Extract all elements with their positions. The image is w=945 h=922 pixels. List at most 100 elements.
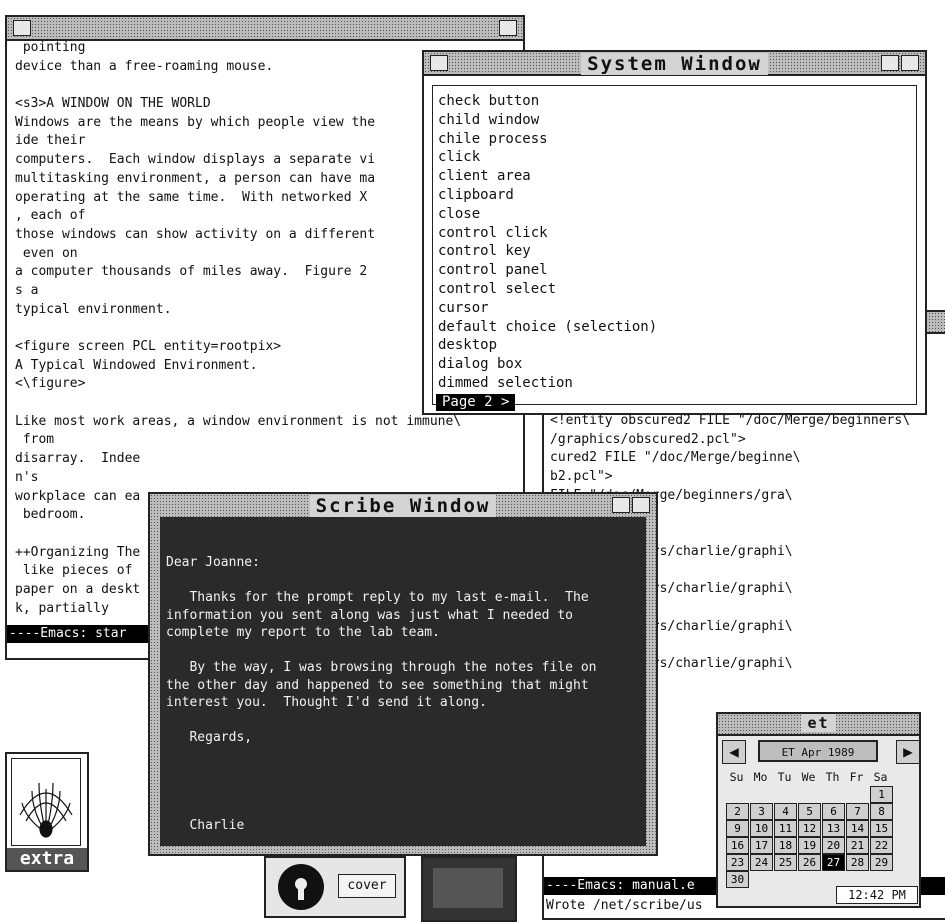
emacs-left-line: from <box>15 432 55 448</box>
system-list-item[interactable]: control panel <box>435 261 657 280</box>
calendar-day[interactable]: 8 <box>870 803 893 820</box>
calendar-day[interactable]: 20 <box>822 837 845 854</box>
clock-display: 12:42 PM <box>836 886 918 904</box>
system-window-title: System Window <box>581 53 768 75</box>
scribe-text-line: complete my report to the lab team. <box>166 625 440 640</box>
system-list-item[interactable]: default choice (selection) <box>435 318 657 337</box>
system-list-item[interactable]: child window <box>435 111 657 130</box>
calendar-day[interactable]: 25 <box>774 854 797 871</box>
calendar-day[interactable]: 23 <box>726 854 749 871</box>
emacs-left-line: Like most work areas, a window environme… <box>15 413 462 429</box>
iconify-button[interactable] <box>499 20 517 36</box>
scribe-text-area[interactable]: Dear Joanne: Thanks for the prompt reply… <box>160 517 646 887</box>
system-list-item[interactable]: control click <box>435 224 657 243</box>
calendar-day[interactable]: 9 <box>726 820 749 837</box>
window-menu-button[interactable] <box>13 20 31 36</box>
prev-month-button[interactable]: ◀ <box>722 740 746 764</box>
system-list-item[interactable]: dialog box <box>435 355 657 374</box>
scribe-window[interactable]: Scribe Window Dear Joanne: Thanks for th… <box>148 492 658 887</box>
calendar-day[interactable]: 3 <box>750 803 773 820</box>
scribe-window-title-bar[interactable]: Scribe Window <box>150 494 656 517</box>
scribe-text-line: Regards, <box>166 730 253 745</box>
extra-icon-label: extra <box>7 848 87 870</box>
scribe-text-line: Charlie <box>166 817 245 833</box>
scribe-text-line <box>166 782 640 800</box>
calendar-day[interactable]: 16 <box>726 837 749 854</box>
iconify-button[interactable] <box>881 55 899 71</box>
system-list-item[interactable]: control key <box>435 242 657 261</box>
emacs-right-line: cured2 FILE "/doc/Merge/beginne\ <box>550 450 801 466</box>
emacs-left-line: n's <box>15 469 39 485</box>
scribe-text-line: the other day and happened to see someth… <box>166 677 589 693</box>
system-list-item[interactable]: click <box>435 148 657 167</box>
scribe-text-line <box>166 642 640 660</box>
emacs-right-line: b2.pcl"> <box>550 469 613 485</box>
calendar-day[interactable]: 13 <box>822 820 845 837</box>
calendar-day[interactable]: 2 <box>726 803 749 820</box>
scribe-text-line: By the way, I was browsing through the n… <box>166 660 597 675</box>
system-window-title-bar[interactable]: System Window <box>424 52 925 76</box>
calendar-day[interactable]: 12 <box>798 820 821 837</box>
calendar-day[interactable]: 21 <box>846 837 869 854</box>
weekday-header: Fr <box>849 770 864 784</box>
system-list-item[interactable]: clipboard <box>435 186 657 205</box>
calendar-day[interactable]: 1 <box>870 786 893 803</box>
iconify-button[interactable] <box>612 497 630 513</box>
scribe-text-line <box>166 799 640 817</box>
calendar-day[interactable]: 4 <box>774 803 797 820</box>
maximize-button[interactable] <box>901 55 919 71</box>
calendar-day[interactable]: 6 <box>822 803 845 820</box>
weekday-header: Mo <box>753 770 768 784</box>
calendar-day[interactable]: 5 <box>798 803 821 820</box>
calendar-day[interactable]: 7 <box>846 803 869 820</box>
weekday-header: Th <box>825 770 840 784</box>
system-list-item[interactable]: desktop <box>435 336 657 355</box>
system-list-item[interactable]: client area <box>435 167 657 186</box>
scribe-text-line <box>166 747 640 765</box>
peacock-icon <box>19 782 73 838</box>
calendar-day[interactable]: 26 <box>798 854 821 871</box>
calendar-day[interactable]: 14 <box>846 820 869 837</box>
page-next-button[interactable]: Page 2 > <box>436 394 516 411</box>
calendar-day[interactable]: 30 <box>726 871 749 888</box>
scribe-text-line <box>166 712 640 730</box>
system-list-item[interactable]: check button <box>435 92 657 111</box>
month-label: ET Apr 1989 <box>758 740 878 762</box>
system-list-item[interactable]: cursor <box>435 299 657 318</box>
weekday-header: Tu <box>777 770 792 784</box>
calendar-window[interactable]: et ◀ ET Apr 1989 ▶ Su Mo Tu We Th Fr Sa 1 2 3 4 5 6 7… <box>716 712 921 908</box>
dark-thumbnail-icon[interactable] <box>421 856 517 922</box>
calendar-day[interactable]: 29 <box>870 854 893 871</box>
system-list-item[interactable]: control select <box>435 280 657 299</box>
calendar-day[interactable]: 24 <box>750 854 773 871</box>
calendar-day[interactable]: 15 <box>870 820 893 837</box>
system-window[interactable]: System Window check button child window ch… <box>422 50 927 415</box>
calendar-day[interactable]: 19 <box>798 837 821 854</box>
maximize-button[interactable] <box>632 497 650 513</box>
calendar-day[interactable]: 11 <box>774 820 797 837</box>
scribe-window-title: Scribe Window <box>309 495 497 517</box>
weekday-header: Su <box>729 770 744 784</box>
calendar-title-bar[interactable]: et <box>718 714 919 736</box>
calendar-day[interactable]: 27 <box>822 854 845 871</box>
cover-icon-label: cover <box>338 874 396 898</box>
scribe-text-line: Thanks for the prompt reply to my last e… <box>166 590 589 605</box>
system-list-item[interactable]: dimmed selection <box>435 374 657 393</box>
system-list-item[interactable]: chile process <box>435 130 657 149</box>
scribe-text-line: Dear Joanne: <box>166 555 260 570</box>
emacs-left-title-bar[interactable] <box>7 17 523 41</box>
calendar-title: et <box>801 714 836 732</box>
lock-badge-icon <box>278 864 324 910</box>
calendar-day[interactable]: 28 <box>846 854 869 871</box>
calendar-day[interactable]: 10 <box>750 820 773 837</box>
calendar-day[interactable]: 17 <box>750 837 773 854</box>
system-list-item[interactable]: close <box>435 205 657 224</box>
next-month-button[interactable]: ▶ <box>896 740 920 764</box>
weekday-header: We <box>801 770 816 784</box>
text-cursor <box>166 871 174 887</box>
system-window-list-pane: check button child window chile process cli… <box>432 85 917 411</box>
calendar-day[interactable]: 18 <box>774 837 797 854</box>
extra-icon[interactable]: extra <box>5 752 89 872</box>
cover-icon[interactable]: cover <box>264 856 406 918</box>
calendar-day[interactable]: 22 <box>870 837 893 854</box>
